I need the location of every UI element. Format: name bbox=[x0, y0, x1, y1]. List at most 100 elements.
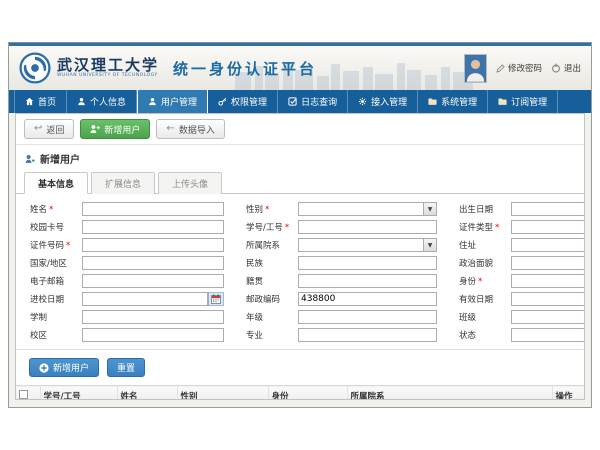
nav-item-log-query[interactable]: 日志查询 bbox=[278, 90, 348, 113]
identity-label: 身份* bbox=[459, 275, 511, 287]
nav-item-label: 系统管理 bbox=[441, 95, 477, 108]
university-logo-icon bbox=[19, 52, 51, 84]
study-length-field[interactable] bbox=[82, 310, 224, 324]
tab-extended-info[interactable]: 扩展信息 bbox=[91, 172, 155, 194]
gear-icon bbox=[358, 97, 367, 106]
birth-date-label: 出生日期 bbox=[459, 203, 511, 215]
app-window: 武汉理工大学 WUHAN UNIVERSITY OF TECHNOLOGY 统一… bbox=[8, 42, 592, 408]
user-avatar bbox=[464, 54, 487, 83]
grade-field[interactable] bbox=[298, 310, 437, 324]
data-import-button[interactable]: ← 数据导入 bbox=[156, 119, 224, 139]
gender-label: 性别* bbox=[246, 203, 298, 215]
content-panel: ↩ 返回 新增用户 ← 数据导入 新增用户 bbox=[15, 113, 585, 400]
section-header: 新增用户 bbox=[16, 145, 584, 169]
form-column: 姓名*校园卡号证件号码*国家/地区电子邮箱进校日期学制校区 bbox=[30, 202, 224, 342]
valid-date-field[interactable] bbox=[511, 292, 585, 306]
reset-button[interactable]: 重置 bbox=[107, 358, 145, 377]
country-region-label: 国家/地区 bbox=[30, 257, 82, 269]
table-header-row: 学号/工号姓名性别身份所属院系操作 bbox=[16, 386, 584, 401]
key-icon bbox=[218, 97, 227, 106]
name-field[interactable] bbox=[82, 202, 224, 216]
address-field[interactable] bbox=[511, 238, 585, 252]
back-button-label: 返回 bbox=[46, 123, 64, 136]
gender-select[interactable] bbox=[298, 202, 424, 216]
logout-link[interactable]: 退出 bbox=[551, 62, 581, 74]
enroll-date-label: 进校日期 bbox=[30, 293, 82, 305]
nav-item-perm-mgmt[interactable]: 权限管理 bbox=[208, 90, 278, 113]
import-arrow-icon: ← bbox=[166, 124, 174, 134]
users-icon bbox=[148, 97, 157, 106]
home-icon bbox=[25, 97, 34, 106]
form-field-gender: 性别* ▼ bbox=[246, 202, 437, 216]
university-name-en: WUHAN UNIVERSITY OF TECHNOLOGY bbox=[57, 74, 159, 79]
toolbar: ↩ 返回 新增用户 ← 数据导入 bbox=[16, 114, 584, 145]
identity-field[interactable] bbox=[511, 274, 585, 288]
ethnicity-field[interactable] bbox=[298, 256, 437, 270]
change-password-link[interactable]: 修改密码 bbox=[496, 62, 542, 74]
chevron-down-icon[interactable]: ▼ bbox=[424, 238, 437, 252]
tab-bar: 基本信息扩展信息上传头像 bbox=[16, 169, 584, 194]
calendar-icon[interactable] bbox=[208, 292, 224, 306]
valid-date-label: 有效日期 bbox=[459, 293, 511, 305]
form-field-name: 姓名* bbox=[30, 202, 224, 216]
address-label: 住址 bbox=[459, 239, 511, 251]
app-header: 武汉理工大学 WUHAN UNIVERSITY OF TECHNOLOGY 统一… bbox=[9, 46, 591, 90]
select-all-checkbox[interactable] bbox=[19, 390, 28, 399]
tab-basic-info[interactable]: 基本信息 bbox=[24, 172, 88, 194]
folder-icon bbox=[498, 97, 507, 106]
major-label: 专业 bbox=[246, 329, 298, 341]
native-place-field[interactable] bbox=[298, 274, 437, 288]
id-number-field[interactable] bbox=[82, 238, 224, 252]
nav-item-user-mgmt[interactable]: 用户管理 bbox=[137, 90, 208, 113]
required-asterisk: * bbox=[66, 241, 70, 251]
nav-item-label: 接入管理 bbox=[371, 95, 407, 108]
form-field-enroll-date: 进校日期 bbox=[30, 292, 224, 306]
section-title: 新增用户 bbox=[40, 151, 80, 166]
major-field[interactable] bbox=[298, 328, 437, 342]
table-header-department: 所属院系 bbox=[347, 386, 552, 401]
department-select[interactable] bbox=[298, 238, 424, 252]
nav-item-home[interactable]: 首页 bbox=[14, 90, 67, 113]
form-field-country-region: 国家/地区 bbox=[30, 256, 224, 270]
form-field-campus: 校区 bbox=[30, 328, 224, 342]
campus-field[interactable] bbox=[82, 328, 224, 342]
form-field-campus-card-no: 校园卡号 bbox=[30, 220, 224, 234]
enroll-date-field[interactable] bbox=[82, 292, 208, 306]
tab-upload-avatar[interactable]: 上传头像 bbox=[158, 172, 222, 194]
power-icon bbox=[551, 63, 561, 73]
submit-add-user-button[interactable]: 新增用户 bbox=[29, 358, 99, 377]
form-field-political-status: 政治面貌 bbox=[459, 256, 585, 270]
name-label: 姓名* bbox=[30, 203, 82, 215]
campus-card-no-field[interactable] bbox=[82, 220, 224, 234]
add-user-toolbar-button[interactable]: 新增用户 bbox=[80, 119, 150, 139]
nav-item-label: 订阅管理 bbox=[511, 95, 547, 108]
university-name-cn: 武汉理工大学 bbox=[57, 57, 159, 74]
folder-icon bbox=[428, 97, 437, 106]
nav-item-access-mgmt[interactable]: 接入管理 bbox=[348, 90, 418, 113]
form-field-id-type: 证件类型* bbox=[459, 220, 585, 234]
nav-item-subscription[interactable]: 订阅管理 bbox=[488, 90, 558, 113]
user-form: 姓名*校园卡号证件号码*国家/地区电子邮箱进校日期学制校区性别*▼学号/工号*所… bbox=[16, 194, 584, 350]
postal-code-field[interactable] bbox=[298, 292, 437, 306]
form-column: 性别*▼学号/工号*所属院系▼民族籍贯邮政编码年级专业 bbox=[246, 202, 437, 342]
form-field-student-no: 学号/工号* bbox=[246, 220, 437, 234]
campus-card-no-label: 校园卡号 bbox=[30, 221, 82, 233]
back-button[interactable]: ↩ 返回 bbox=[24, 119, 74, 139]
country-region-field[interactable] bbox=[82, 256, 224, 270]
email-field[interactable] bbox=[82, 274, 224, 288]
chevron-down-icon[interactable]: ▼ bbox=[424, 202, 437, 216]
form-field-major: 专业 bbox=[246, 328, 437, 342]
form-field-grade: 年级 bbox=[246, 310, 437, 324]
student-no-field[interactable] bbox=[298, 220, 437, 234]
nav-item-profile[interactable]: 个人信息 bbox=[67, 90, 137, 113]
birth-date-field[interactable] bbox=[511, 202, 585, 216]
nav-item-label: 用户管理 bbox=[161, 95, 197, 108]
political-status-field[interactable] bbox=[511, 256, 585, 270]
required-asterisk: * bbox=[285, 223, 289, 233]
table-header-gender: 性别 bbox=[177, 386, 268, 401]
status-field[interactable] bbox=[511, 328, 585, 342]
nav-item-system-mgmt[interactable]: 系统管理 bbox=[418, 90, 488, 113]
class-field[interactable] bbox=[511, 310, 585, 324]
add-user-toolbar-label: 新增用户 bbox=[104, 123, 140, 136]
id-type-field[interactable] bbox=[511, 220, 585, 234]
